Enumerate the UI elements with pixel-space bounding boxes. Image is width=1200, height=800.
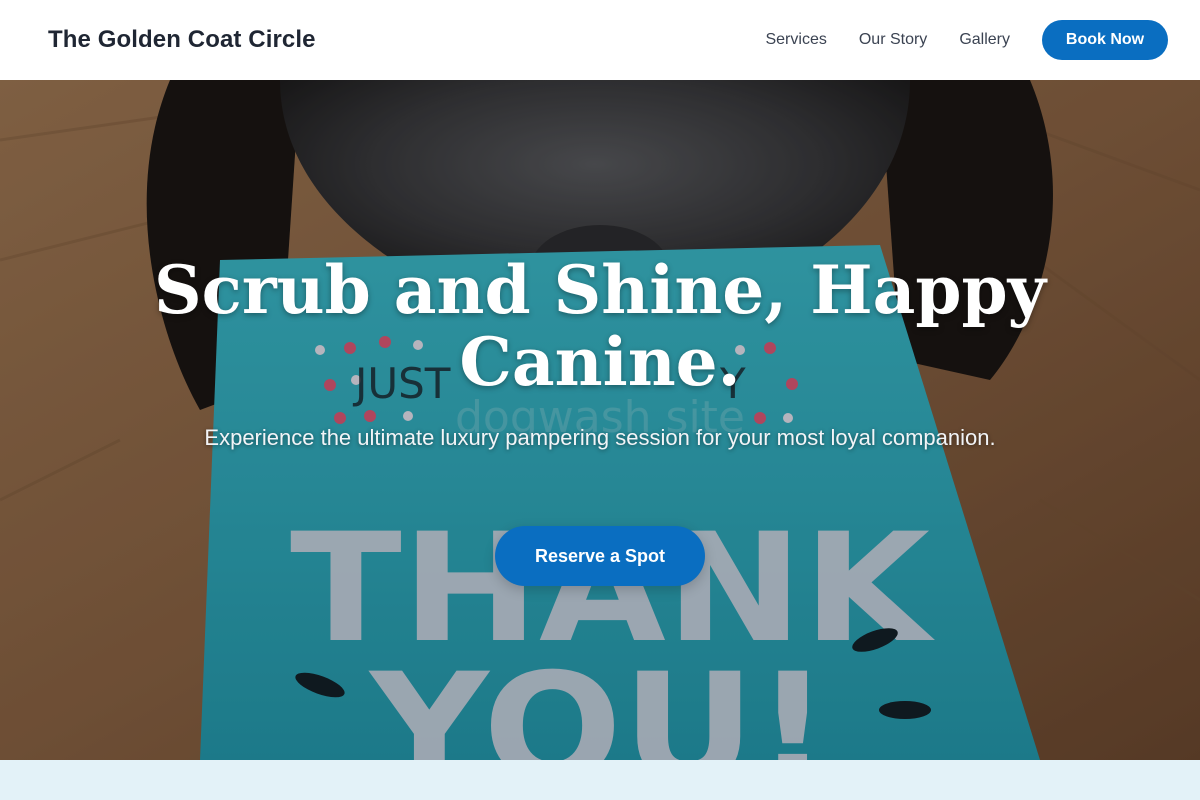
hero-content: Scrub and Shine, Happy Canine. Experienc… [0, 80, 1200, 760]
site-header: The Golden Coat Circle Services Our Stor… [0, 0, 1200, 80]
hero-section: JUST Y THANK YOU! dogwash site Scrub and… [0, 80, 1200, 760]
book-now-button[interactable]: Book Now [1042, 20, 1168, 60]
hero-title: Scrub and Shine, Happy Canine. [153, 251, 1047, 401]
nav-link-our-story[interactable]: Our Story [859, 31, 927, 49]
reserve-spot-button[interactable]: Reserve a Spot [495, 526, 705, 586]
nav-link-gallery[interactable]: Gallery [959, 31, 1010, 49]
next-section [0, 760, 1200, 800]
hero-subtitle: Experience the ultimate luxury pampering… [204, 425, 996, 450]
brand-name[interactable]: The Golden Coat Circle [48, 26, 316, 54]
nav-link-services[interactable]: Services [765, 31, 826, 49]
main-nav: Services Our Story Gallery Book Now [765, 20, 1168, 60]
